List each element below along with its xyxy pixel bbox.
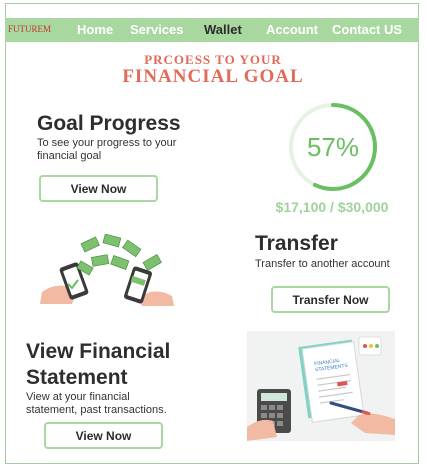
transfer-subtitle: Transfer to another account [255, 258, 390, 270]
nav-wallet[interactable]: Wallet [204, 22, 242, 37]
nav-home[interactable]: Home [77, 22, 113, 37]
nav-account[interactable]: Account [266, 22, 318, 37]
hero-title-line2: FINANCIAL GOAL [122, 66, 304, 87]
statement-title-2: Statement [26, 366, 128, 389]
goal-subtitle-1: To see your progress to your [37, 137, 177, 149]
goal-title: Goal Progress [37, 112, 181, 135]
statement-title-1: View Financial [26, 340, 171, 363]
financial-statement-illustration: FINANCIAL STATEMENTS [247, 331, 395, 441]
goal-view-button[interactable]: View Now [39, 175, 158, 202]
transfer-now-button[interactable]: Transfer Now [271, 286, 390, 313]
statement-subtitle-1: View at your financial [26, 391, 130, 403]
navbar: FUTUREM Home Services Wallet Account Con… [5, 18, 419, 42]
nav-services[interactable]: Services [130, 22, 184, 37]
brand-logo[interactable]: FUTUREM [8, 24, 51, 34]
statement-view-button[interactable]: View Now [44, 422, 163, 449]
money-transfer-illustration [40, 234, 174, 306]
transfer-title: Transfer [255, 232, 338, 255]
nav-contact[interactable]: Contact US [332, 22, 402, 37]
goal-subtitle-2: financial goal [37, 150, 102, 162]
statement-subtitle-2: statement, past transactions. [26, 404, 167, 416]
goal-percent: 57% [306, 131, 360, 162]
goal-amount: $17,100 / $30,000 [275, 199, 389, 215]
